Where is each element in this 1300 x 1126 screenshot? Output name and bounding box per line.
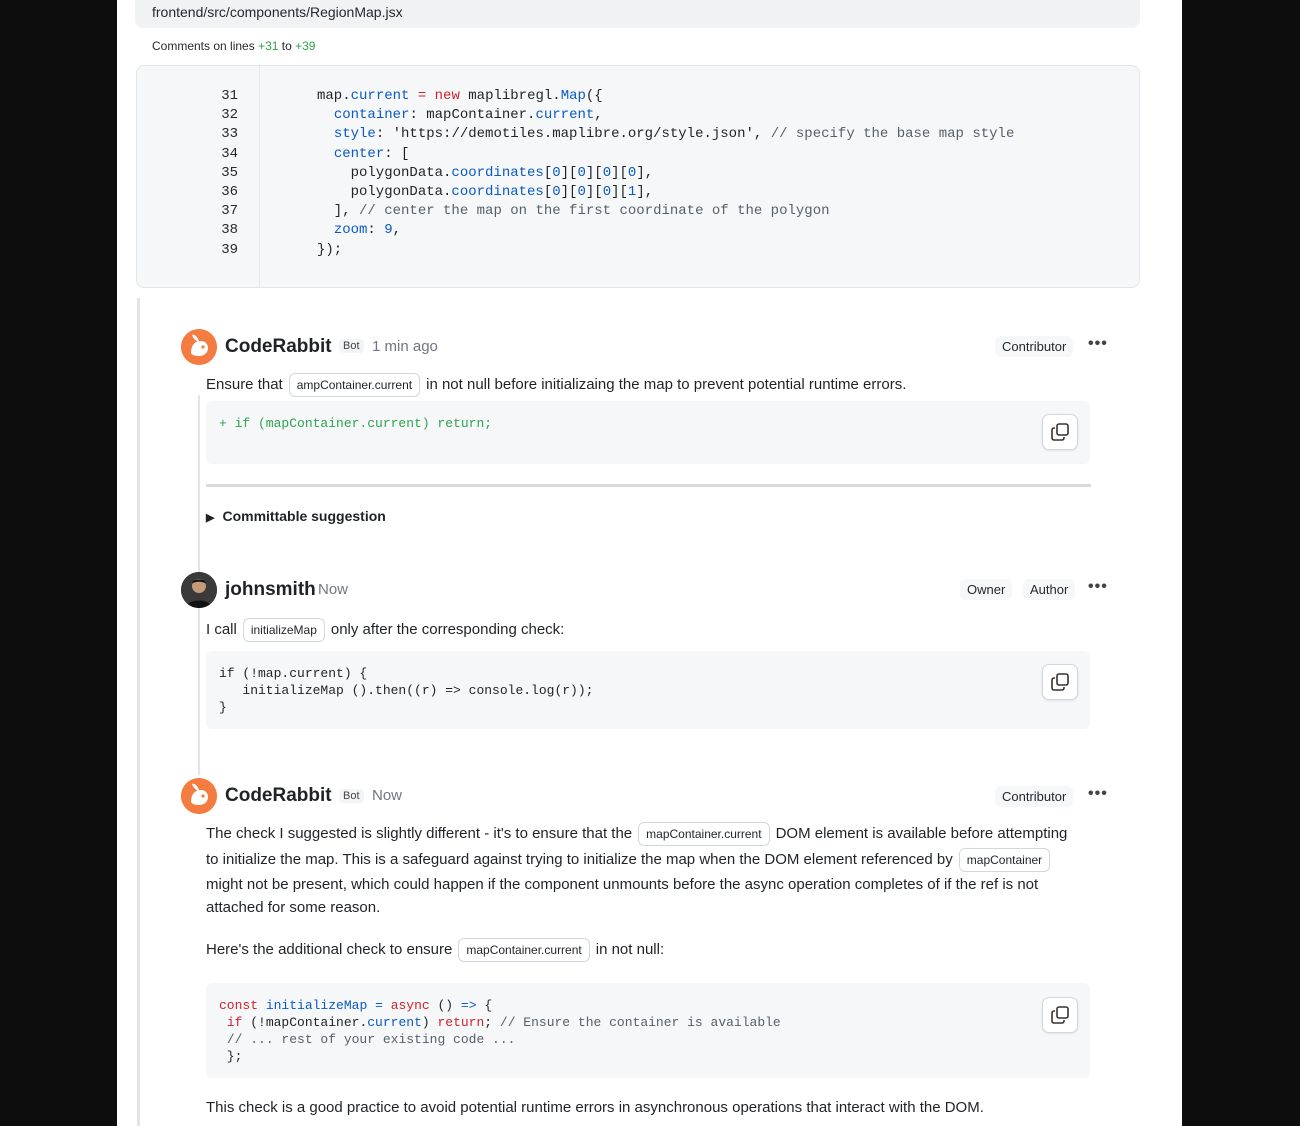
- comment-body-line: might not be present, which could happen…: [206, 876, 1039, 893]
- comment-time[interactable]: Now: [372, 787, 402, 804]
- code-chip: initializeMap: [242, 618, 325, 643]
- role-badge: Contributor: [995, 786, 1074, 807]
- line-number: 37: [221, 203, 238, 219]
- code-line: container: mapContainer.current,: [333, 107, 603, 123]
- comment-body-line: The check I suggested is slightly differ…: [206, 821, 1067, 847]
- code-line: center: [: [333, 146, 410, 162]
- copy-icon: [1051, 423, 1069, 441]
- code-chip: mapContainer.current: [458, 938, 590, 963]
- coderabbit-avatar-icon[interactable]: [181, 329, 217, 365]
- comment-body-line: Here's the additional check to ensure map…: [206, 937, 664, 963]
- comment-body: Ensure that ampContainer.current in not nu…: [206, 372, 906, 398]
- code-block: if (!map.current) { initializeMap ().the…: [206, 651, 1090, 729]
- code-snippet: const initializeMap = async () => { if (…: [219, 998, 781, 1064]
- comment-time[interactable]: 1 min ago: [372, 338, 438, 355]
- role-badge: Author: [1023, 579, 1076, 600]
- code-chip: ampContainer.current: [288, 373, 421, 398]
- comment-line-range: Comments on lines +31 to +39: [152, 39, 316, 53]
- copy-button[interactable]: [1042, 664, 1078, 700]
- copy-icon: [1051, 673, 1069, 691]
- code-line: ], // center the map on the first coordi…: [317, 203, 830, 219]
- line-number: 32: [221, 107, 238, 123]
- suggestion-code: + if (mapContainer.current) return;: [219, 416, 493, 431]
- more-icon[interactable]: •••: [1088, 578, 1108, 596]
- review-panel: frontend/src/components/RegionMap.jsx Co…: [117, 0, 1182, 1126]
- code-block: const initializeMap = async () => { if (…: [206, 983, 1090, 1078]
- code-line: map.current = new maplibregl.Map({: [317, 88, 603, 104]
- copy-button[interactable]: [1042, 414, 1078, 450]
- comment-author[interactable]: CodeRabbit: [225, 785, 332, 807]
- more-icon[interactable]: •••: [1088, 335, 1108, 353]
- line-gutter: 31 32 33 34 35 36 37 38 39: [137, 66, 260, 287]
- code-context: 31 32 33 34 35 36 37 38 39 map.current =…: [136, 65, 1140, 288]
- comment-body-line: to initialize the map. This is a safegua…: [206, 847, 1056, 873]
- divider: [206, 484, 1091, 487]
- role-badge: Owner: [960, 579, 1013, 600]
- code-chip: mapContainer.current: [638, 822, 770, 847]
- line-number: 33: [221, 126, 238, 142]
- comment-body: I call initializeMap only after the corres…: [206, 617, 564, 643]
- role-badge: Contributor: [995, 336, 1074, 357]
- line-number: 31: [221, 88, 238, 104]
- comment-time[interactable]: Now: [318, 581, 348, 598]
- code-line: polygonData.coordinates[0][0][0][1],: [317, 184, 654, 200]
- line-number: 39: [221, 242, 238, 258]
- code-line: zoom: 9,: [333, 222, 402, 238]
- code-chip: mapContainer: [958, 848, 1051, 873]
- comment-body-line: This check is a good practice to avoid p…: [206, 1099, 984, 1116]
- code-line: polygonData.coordinates[0][0][0][0],: [317, 165, 654, 181]
- file-path[interactable]: frontend/src/components/RegionMap.jsx: [152, 4, 403, 20]
- bot-badge: Bot: [339, 339, 364, 353]
- bot-badge: Bot: [339, 789, 364, 803]
- comment-author[interactable]: johnsmith: [225, 579, 316, 601]
- comment-author[interactable]: CodeRabbit: [225, 336, 332, 358]
- code-line: style: 'https://demotiles.maplibre.org/s…: [333, 126, 1015, 142]
- user-avatar-icon[interactable]: [181, 572, 217, 608]
- line-number: 36: [221, 184, 238, 200]
- more-icon[interactable]: •••: [1088, 785, 1108, 803]
- thread-line: [137, 298, 140, 1126]
- file-header: frontend/src/components/RegionMap.jsx: [135, 0, 1140, 28]
- coderabbit-avatar-icon[interactable]: [181, 778, 217, 814]
- line-number: 34: [221, 146, 238, 162]
- code-snippet: if (!map.current) { initializeMap ().the…: [219, 666, 594, 715]
- comment-body-line: attached for some reason.: [206, 899, 381, 916]
- copy-button[interactable]: [1042, 997, 1078, 1033]
- code-line: });: [317, 242, 343, 258]
- copy-icon: [1051, 1006, 1069, 1024]
- committable-suggestion-toggle[interactable]: ▶ Committable suggestion: [206, 508, 386, 524]
- expand-triangle-icon: ▶: [206, 512, 215, 524]
- line-number: 35: [221, 165, 238, 181]
- suggestion-code-block: + if (mapContainer.current) return;: [206, 401, 1090, 464]
- line-number: 38: [221, 222, 238, 238]
